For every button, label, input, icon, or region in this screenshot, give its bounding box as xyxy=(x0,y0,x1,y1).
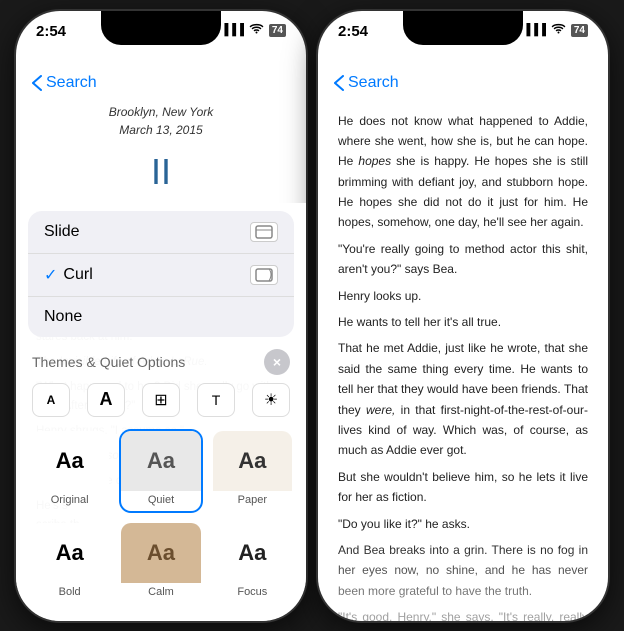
theme-card-focus[interactable]: Aa Focus xyxy=(211,521,294,605)
theme-preview-original: Aa xyxy=(30,431,109,491)
layout-icon: ⊞ xyxy=(154,390,167,410)
checkmark-icon: ✓ xyxy=(44,265,57,285)
close-button[interactable]: × xyxy=(264,349,290,375)
theme-label-quiet: Quiet xyxy=(148,491,174,511)
theme-card-quiet[interactable]: Aa Quiet xyxy=(119,429,202,513)
slide-option-none[interactable]: None xyxy=(28,297,294,337)
wifi-icon-left xyxy=(249,23,264,38)
right-phone: 2:54 ▐▐▐ 74 Search xyxy=(318,11,608,621)
status-bar-right: 2:54 ▐▐▐ 74 xyxy=(318,11,608,63)
theme-card-calm[interactable]: Aa Calm xyxy=(119,521,202,605)
font-button[interactable]: T xyxy=(197,383,235,417)
themes-grid: Aa Original Aa Quiet Aa Pap xyxy=(16,425,306,621)
theme-text-original: Aa xyxy=(56,448,84,474)
status-icons-right: ▐▐▐ 74 xyxy=(522,23,588,38)
themes-label: Themes & Quiet Options xyxy=(32,354,185,370)
brightness-icon: ☀ xyxy=(264,390,278,410)
large-text-button[interactable]: A xyxy=(87,383,125,417)
theme-preview-focus: Aa xyxy=(213,523,292,583)
theme-preview-bold: Aa xyxy=(30,523,109,583)
wifi-icon-right xyxy=(551,23,566,38)
theme-label-original: Original xyxy=(51,491,89,511)
curl-icon xyxy=(250,265,278,285)
left-phone: 2:54 ▐▐▐ 74 Search xyxy=(16,11,306,621)
theme-text-quiet: Aa xyxy=(147,448,175,474)
content-area-left: Brooklyn, New YorkMarch 13, 2015 II "Hen… xyxy=(16,103,306,621)
status-icons-left: ▐▐▐ 74 xyxy=(220,23,286,38)
theme-label-focus: Focus xyxy=(237,583,267,603)
slide-icon xyxy=(250,222,278,242)
battery-icon-right: 74 xyxy=(571,24,588,37)
small-text-button[interactable]: A xyxy=(32,383,70,417)
theme-card-original[interactable]: Aa Original xyxy=(28,429,111,513)
content-area-right: He does not know what happened to Addie,… xyxy=(318,103,608,621)
overlay-panel: Slide ✓ Curl xyxy=(16,203,306,621)
signal-icon-right: ▐▐▐ xyxy=(522,24,545,36)
signal-icon-left: ▐▐▐ xyxy=(220,24,243,36)
back-button-right[interactable]: Search xyxy=(334,74,399,92)
theme-text-focus: Aa xyxy=(238,540,266,566)
slide-option-curl[interactable]: ✓ Curl xyxy=(28,254,294,297)
nav-bar-left: Search xyxy=(16,63,306,103)
theme-text-bold: Aa xyxy=(56,540,84,566)
theme-preview-paper: Aa xyxy=(213,431,292,491)
theme-label-bold: Bold xyxy=(59,583,81,603)
theme-text-paper: Aa xyxy=(238,448,266,474)
theme-preview-calm: Aa xyxy=(121,523,200,583)
right-book-text: He does not know what happened to Addie,… xyxy=(338,111,588,621)
layout-button[interactable]: ⊞ xyxy=(142,383,180,417)
large-a-label: A xyxy=(100,389,113,410)
none-label: None xyxy=(44,308,82,326)
font-icon: T xyxy=(212,392,221,408)
slide-options-menu: Slide ✓ Curl xyxy=(28,211,294,337)
status-time-right: 2:54 xyxy=(338,23,368,40)
nav-bar-right: Search xyxy=(318,63,608,103)
themes-bar: Themes & Quiet Options × xyxy=(16,341,306,379)
theme-card-bold[interactable]: Aa Bold xyxy=(28,521,111,605)
status-bar-left: 2:54 ▐▐▐ 74 xyxy=(16,11,306,63)
book-location: Brooklyn, New YorkMarch 13, 2015 xyxy=(36,103,286,139)
theme-text-calm: Aa xyxy=(147,540,175,566)
theme-preview-quiet: Aa xyxy=(121,431,200,491)
book-header: Brooklyn, New YorkMarch 13, 2015 II xyxy=(36,103,286,201)
small-a-label: A xyxy=(47,393,56,407)
battery-icon-left: 74 xyxy=(269,24,286,37)
theme-card-paper[interactable]: Aa Paper xyxy=(211,429,294,513)
brightness-button[interactable]: ☀ xyxy=(252,383,290,417)
toolbar-row: A A ⊞ T ☀ xyxy=(16,379,306,425)
slide-label: Slide xyxy=(44,223,80,241)
curl-label: Curl xyxy=(63,266,92,284)
theme-label-paper: Paper xyxy=(238,491,267,511)
theme-label-calm: Calm xyxy=(148,583,174,603)
phones-container: 2:54 ▐▐▐ 74 Search xyxy=(16,11,608,621)
status-time-left: 2:54 xyxy=(36,23,66,40)
book-chapter: II xyxy=(36,143,286,201)
slide-option-slide[interactable]: Slide xyxy=(28,211,294,254)
back-button-left[interactable]: Search xyxy=(32,74,97,92)
